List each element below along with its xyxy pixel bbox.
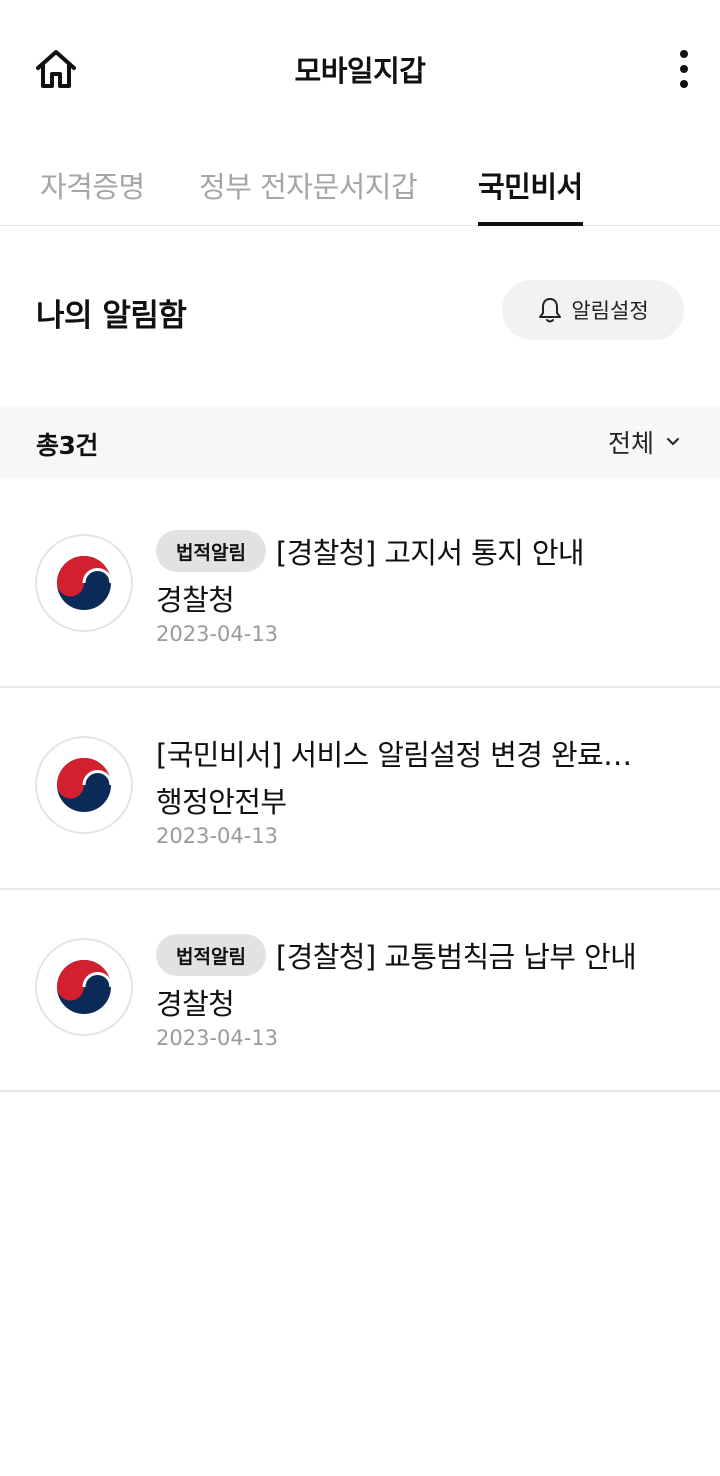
- app-header: 모바일지갑: [0, 0, 720, 138]
- item-title-row: [국민비서] 서비스 알림설정 변경 완료…: [156, 730, 696, 776]
- filter-dropdown[interactable]: 전체: [608, 424, 680, 460]
- item-sender: 행정안전부: [156, 785, 287, 819]
- item-date: 2023-04-13: [156, 824, 279, 848]
- government-emblem-icon: [57, 960, 113, 1014]
- item-date: 2023-04-13: [156, 622, 279, 646]
- item-content: 법적알림 [경찰청] 교통범칙금 납부 안내 경찰청 2023-04-13: [156, 932, 696, 1050]
- government-emblem-icon: [57, 758, 113, 812]
- list-item[interactable]: 법적알림 [경찰청] 교통범칙금 납부 안내 경찰청 2023-04-13: [0, 890, 720, 1092]
- summary-bar: 총3건 전체: [0, 406, 720, 478]
- notification-list: 법적알림 [경찰청] 고지서 통지 안내 경찰청 2023-04-13 [국민비…: [0, 486, 720, 1092]
- item-content: 법적알림 [경찰청] 고지서 통지 안내 경찰청 2023-04-13: [156, 528, 696, 646]
- notification-settings-label: 알림설정: [571, 299, 649, 323]
- active-tab-indicator: [478, 222, 583, 226]
- tab-credentials[interactable]: 자격증명: [40, 164, 145, 206]
- bell-icon: [539, 298, 562, 323]
- more-vertical-icon: [680, 50, 688, 88]
- item-title-row: 법적알림 [경찰청] 교통범칙금 납부 안내: [156, 932, 696, 978]
- tab-gov-document-wallet[interactable]: 정부 전자문서지갑: [199, 164, 418, 206]
- government-emblem-icon: [57, 556, 113, 610]
- legal-notice-badge: 법적알림: [156, 934, 266, 976]
- filter-value: 전체: [607, 429, 654, 458]
- item-content: [국민비서] 서비스 알림설정 변경 완료… 행정안전부 2023-04-13: [156, 730, 696, 848]
- page-title: 모바일지갑: [294, 54, 426, 88]
- item-title: [경찰청] 교통범칙금 납부 안내: [275, 940, 637, 974]
- inbox-title: 나의 알림함: [36, 298, 187, 334]
- total-count: 총3건: [36, 431, 98, 460]
- list-item[interactable]: [국민비서] 서비스 알림설정 변경 완료… 행정안전부 2023-04-13: [0, 688, 720, 890]
- sender-avatar: [35, 938, 133, 1036]
- tab-national-secretary[interactable]: 국민비서: [478, 164, 583, 226]
- item-sender: 경찰청: [156, 583, 235, 617]
- chevron-down-icon: [667, 438, 679, 445]
- item-title: [국민비서] 서비스 알림설정 변경 완료…: [156, 738, 632, 772]
- tab-label: 국민비서: [478, 170, 583, 204]
- item-title-row: 법적알림 [경찰청] 고지서 통지 안내: [156, 528, 696, 574]
- legal-notice-badge: 법적알림: [156, 530, 266, 572]
- list-item[interactable]: 법적알림 [경찰청] 고지서 통지 안내 경찰청 2023-04-13: [0, 486, 720, 688]
- notification-settings-button[interactable]: 알림설정: [502, 280, 684, 340]
- item-sender: 경찰청: [156, 987, 235, 1021]
- item-date: 2023-04-13: [156, 1026, 279, 1050]
- more-options-button[interactable]: [664, 46, 704, 92]
- item-title: [경찰청] 고지서 통지 안내: [275, 536, 585, 570]
- tab-bar: 자격증명 정부 전자문서지갑 국민비서: [0, 138, 720, 226]
- sender-avatar: [35, 534, 133, 632]
- sender-avatar: [35, 736, 133, 834]
